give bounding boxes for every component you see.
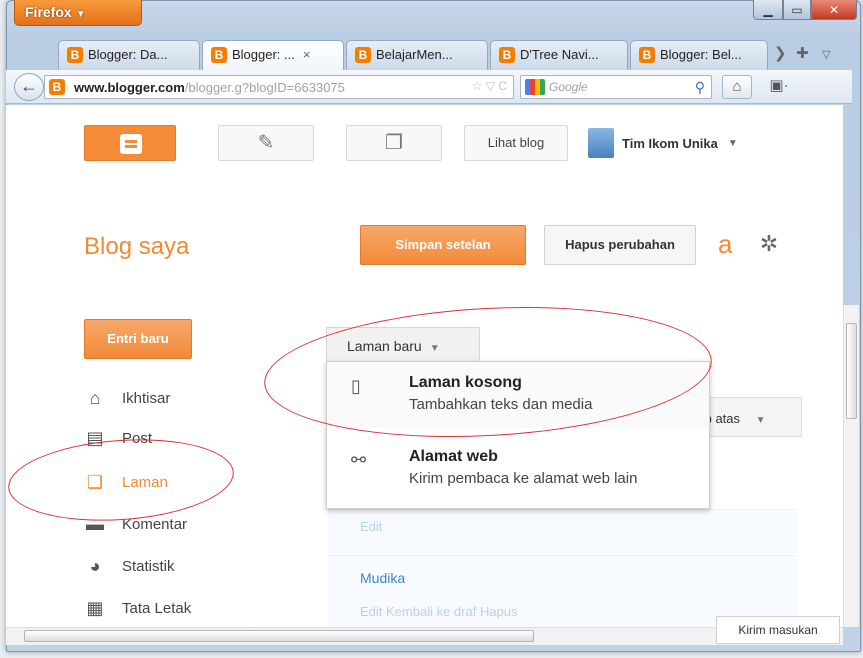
sidebar-item-layout[interactable]: ▦ Tata Letak [84, 595, 191, 621]
navigation-toolbar: ← B www.blogger.com /blogger.g?blogID=66… [6, 70, 852, 104]
new-page-menu: ▯ Laman kosong Tambahkan teks dan media … [326, 361, 710, 509]
blogger-favicon-icon: B [355, 47, 371, 63]
blogger-favicon-icon: B [499, 47, 515, 63]
tab-close-icon[interactable]: × [303, 47, 311, 70]
tab-label: BelajarMen... [376, 47, 453, 62]
minimize-icon[interactable]: ▁ [753, 0, 783, 20]
stats-icon: ◕ [89, 556, 101, 576]
vertical-scrollbar[interactable] [843, 305, 859, 627]
firefox-menu-label: Firefox [25, 4, 72, 20]
back-arrow-icon[interactable]: ← [14, 73, 44, 101]
tab-label: D'Tree Navi... [520, 47, 599, 62]
tab-blogger-bel[interactable]: B Blogger: Bel... [630, 40, 768, 70]
save-settings-button[interactable]: Simpan setelan [360, 225, 526, 265]
url-host: www.blogger.com [74, 79, 185, 95]
sidebar-item-pages[interactable]: ❏ Laman [84, 469, 168, 495]
menu-item-description: Kirim pembaca ke alamat web lain [409, 470, 638, 487]
chevron-down-icon: ▼ [429, 343, 440, 354]
tab-belajarmen[interactable]: B BelajarMen... [346, 40, 488, 70]
google-engine-icon[interactable] [525, 79, 545, 95]
new-page-button[interactable]: Laman baru ▼ [326, 327, 480, 365]
window-controls: ▁ ▭ ✕ [753, 0, 857, 20]
tab-label: Blogger: Bel... [660, 47, 742, 62]
search-bar[interactable]: Google ⚲ [520, 75, 712, 99]
list-item: Edit [328, 509, 798, 553]
search-placeholder: Google [549, 80, 588, 94]
tab-label: Blogger: ... [232, 47, 295, 62]
tab-blogger-da[interactable]: B Blogger: Da... [58, 40, 200, 70]
link-icon: ⚯ [351, 450, 367, 470]
user-menu[interactable]: Tim Ikom Unika ▼ [588, 125, 788, 161]
new-tab-icon[interactable]: ✚ [796, 44, 809, 62]
sidebar-item-overview[interactable]: ⌂ Ikhtisar [84, 385, 171, 411]
menu-item-blank-page[interactable]: ▯ Laman kosong Tambahkan teks dan media [327, 362, 709, 428]
discard-changes-button[interactable]: Hapus perubahan [544, 225, 696, 265]
tab-list-icon[interactable]: ▽ [822, 48, 830, 61]
url-bar[interactable]: B www.blogger.com /blogger.g?blogID=6633… [44, 75, 514, 99]
chevron-down-icon: ▼ [75, 9, 86, 20]
blogger-favicon-icon: B [639, 47, 655, 63]
sidebar-item-stats[interactable]: ◕ Statistik [84, 553, 175, 579]
blank-page-icon: ▯ [351, 376, 361, 396]
close-icon[interactable]: ✕ [811, 0, 857, 20]
sidebar-item-label: Laman [122, 473, 168, 491]
edit-link[interactable]: Edit [360, 519, 382, 534]
user-name: Tim Ikom Unika [622, 135, 718, 151]
blogger-logo-icon [120, 134, 142, 154]
new-post-button[interactable]: Entri baru [84, 319, 192, 359]
menu-item-title: Laman kosong [409, 374, 522, 391]
menu-item-title: Alamat web [409, 448, 498, 465]
sidebar-item-comments[interactable]: ▬ Komentar [84, 511, 187, 537]
firefox-menu-button[interactable]: Firefox ▼ [14, 0, 142, 26]
pencil-icon[interactable]: ✎ [218, 125, 314, 161]
tab-label: Blogger: Da... [88, 47, 168, 62]
search-icon[interactable]: ⚲ [695, 79, 705, 96]
url-path: /blogger.g?blogID=6633075 [184, 79, 345, 95]
tab-blogger-active[interactable]: B Blogger: ... × [202, 40, 344, 70]
blogger-dashboard: ✎ ❐ Lihat blog Tim Ikom Unika ▼ Blog say… [6, 105, 843, 627]
posts-icon: ▤ [86, 428, 104, 448]
send-feedback-button[interactable]: Kirim masukan [716, 616, 840, 644]
new-page-label: Laman baru [347, 338, 422, 354]
bookmarks-menu-icon[interactable]: ▣· [760, 75, 798, 99]
scrollbar-thumb[interactable] [24, 630, 534, 642]
sidebar-item-label: Statistik [122, 557, 175, 575]
page-title-link[interactable]: Mudika [360, 570, 798, 586]
tab-strip: B Blogger: Da... B Blogger: ... × B Bela… [58, 40, 770, 70]
scrollbar-thumb[interactable] [846, 323, 857, 419]
url-actions-icon[interactable]: ☆ ▽ C [472, 79, 507, 93]
chevron-down-icon: ▼ [727, 137, 738, 149]
tab-scroll-right-icon[interactable]: ❯ [774, 44, 787, 62]
blog-title[interactable]: Blog saya [84, 233, 189, 261]
obscured-text: a [718, 229, 733, 259]
sidebar-item-label: Ikhtisar [122, 389, 171, 407]
pages-list: Edit Mudika Edit Kembali ke draf Hapus [328, 509, 798, 627]
blogger-favicon-icon: B [67, 47, 83, 63]
sidebar-item-label: Tata Letak [122, 599, 192, 617]
page-icon: ❏ [86, 472, 104, 492]
sidebar-item-label: Komentar [122, 515, 188, 533]
chevron-down-icon: ▼ [755, 415, 766, 426]
gear-icon[interactable]: ✲ [746, 225, 792, 265]
home-icon[interactable]: ⌂ [722, 75, 752, 99]
site-favicon-icon: B [49, 79, 65, 95]
sidebar-item-posts[interactable]: ▤ Post [84, 425, 152, 451]
blogger-favicon-icon: B [211, 47, 227, 63]
layout-icon: ▦ [86, 598, 104, 618]
pages-icon[interactable]: ❐ [346, 125, 442, 161]
blogger-home-button[interactable] [84, 125, 176, 161]
avatar [588, 128, 614, 158]
menu-item-description: Tambahkan teks dan media [409, 396, 593, 413]
tab-dtree-navi[interactable]: B D'Tree Navi... [490, 40, 628, 70]
sidebar-item-label: Post [122, 429, 153, 447]
comment-icon: ▬ [86, 514, 104, 534]
home-icon: ⌂ [89, 388, 101, 408]
maximize-icon[interactable]: ▭ [783, 0, 811, 20]
menu-item-web-address[interactable]: ⚯ Alamat web Kirim pembaca ke alamat web… [327, 436, 709, 502]
view-blog-button[interactable]: Lihat blog [464, 125, 568, 161]
